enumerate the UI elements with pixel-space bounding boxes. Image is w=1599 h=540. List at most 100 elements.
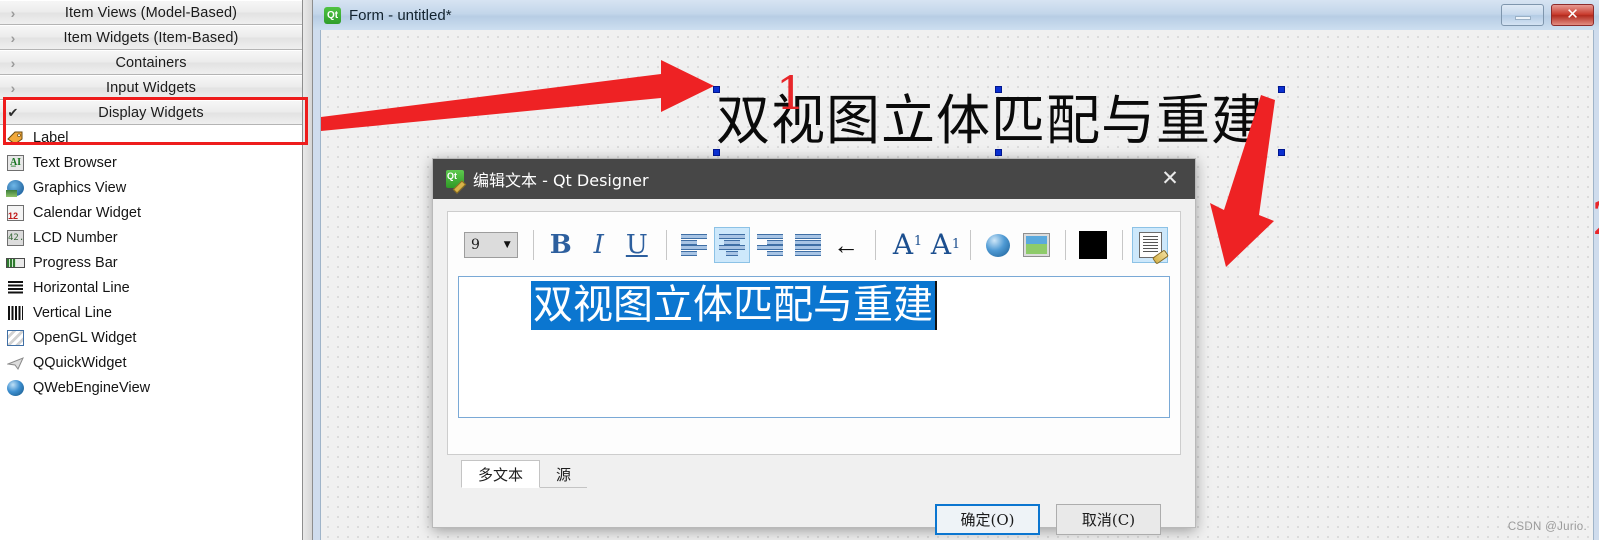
close-button[interactable]: ✕ <box>1551 4 1594 26</box>
widget-item-opengl-widget[interactable]: OpenGL Widget <box>0 325 302 350</box>
font-size-value: 9 <box>471 237 480 253</box>
simplify-richtext-button[interactable] <box>1132 227 1169 263</box>
category-label: Item Widgets (Item-Based) <box>63 29 239 46</box>
text-browser-icon: A̲I <box>6 154 26 172</box>
widget-item-label-text: Horizontal Line <box>33 279 130 296</box>
widget-category-containers[interactable]: › Containers <box>0 50 302 75</box>
subscript-button[interactable]: A1 <box>923 227 960 263</box>
tab-source[interactable]: 源 <box>540 462 588 488</box>
vertical-line-icon <box>6 304 26 322</box>
panel-splitter[interactable] <box>303 0 313 540</box>
opengl-icon <box>6 329 26 347</box>
resize-handle-bottom-right[interactable] <box>1278 149 1285 156</box>
category-label: Input Widgets <box>106 79 196 96</box>
tab-label: 多文本 <box>478 465 524 484</box>
rich-text-toolbar: 9 ▼ B I U ← A 1 A 1 <box>458 220 1170 270</box>
chevron-right-icon: › <box>10 79 16 96</box>
graphics-view-icon <box>6 179 26 197</box>
resize-handle-top-right[interactable] <box>1278 86 1285 93</box>
font-size-select[interactable]: 9 ▼ <box>464 232 518 258</box>
annotation-2: 2 <box>1592 195 1599 241</box>
toolbar-separator <box>1122 230 1124 260</box>
align-center-button[interactable] <box>713 227 750 263</box>
toolbar-separator <box>875 230 876 260</box>
align-justify-button[interactable] <box>790 227 826 263</box>
italic-button[interactable]: I <box>581 227 617 263</box>
widget-item-label-text: QQuickWidget <box>33 354 127 371</box>
bold-button[interactable]: B <box>543 227 579 263</box>
resize-handle-bottom-left[interactable] <box>713 149 720 156</box>
widget-item-progress-bar[interactable]: Progress Bar <box>0 250 302 275</box>
align-left-button[interactable] <box>676 227 712 263</box>
chevron-down-icon: ▼ <box>503 240 511 250</box>
text-color-button[interactable] <box>1075 227 1111 263</box>
progress-bar-icon <box>6 254 26 272</box>
widget-item-label-text: LCD Number <box>33 229 118 246</box>
resize-handle-top-center[interactable] <box>995 86 1002 93</box>
toolbar-separator <box>970 230 971 260</box>
widget-category-item-views[interactable]: › Item Views (Model-Based) <box>0 0 302 25</box>
widget-item-text-browser[interactable]: A̲I Text Browser <box>0 150 302 175</box>
widget-item-label-text: Progress Bar <box>33 254 118 271</box>
insert-image-button[interactable] <box>1018 227 1054 263</box>
cancel-button[interactable]: 取消(C) <box>1056 504 1161 535</box>
rich-text-editor[interactable]: 双视图立体匹配与重建 <box>458 276 1170 418</box>
widget-item-label[interactable]: Label <box>0 125 302 150</box>
align-right-icon <box>756 234 783 256</box>
chevron-right-icon: › <box>10 54 16 71</box>
widget-item-label-text: QWebEngineView <box>33 379 151 396</box>
subscript-icon: A1 <box>931 231 960 259</box>
tab-rich-text[interactable]: 多文本 <box>461 460 541 488</box>
widget-item-lcd-number[interactable]: 42. LCD Number <box>0 225 302 250</box>
dialog-close-icon[interactable]: ✕ <box>1159 168 1181 190</box>
minimize-button[interactable] <box>1501 4 1544 26</box>
dialog-titlebar: 编辑文本 - Qt Designer ✕ <box>433 159 1195 199</box>
edit-text-dialog: 编辑文本 - Qt Designer ✕ 9 ▼ B I <box>432 158 1196 535</box>
superscript-button[interactable]: A1 <box>885 227 922 263</box>
tab-label: 源 <box>556 466 572 484</box>
superscript-mark: 1 <box>913 234 923 249</box>
widget-item-label-text: Vertical Line <box>33 304 112 321</box>
toolbar-separator <box>1065 230 1067 260</box>
widget-item-qquickwidget[interactable]: QQuickWidget <box>0 350 302 375</box>
selected-text: 双视图立体匹配与重建 <box>531 281 937 330</box>
widget-item-vertical-line[interactable]: Vertical Line <box>0 300 302 325</box>
dialog-button-bar: 确定(O) 取消(C) <box>447 488 1181 535</box>
category-label: Containers <box>115 54 187 71</box>
widget-item-horizontal-line[interactable]: Horizontal Line <box>0 275 302 300</box>
label-tag-icon <box>6 129 26 147</box>
insert-link-button[interactable] <box>980 227 1016 263</box>
lcd-number-icon: 42. <box>6 229 26 247</box>
text-direction-button[interactable]: ← <box>828 227 864 263</box>
ok-button[interactable]: 确定(O) <box>935 504 1040 535</box>
watermark-text: CSDN @Jurio. <box>1507 521 1587 533</box>
category-label: Display Widgets <box>98 104 204 121</box>
resize-handle-top-left[interactable] <box>713 86 720 93</box>
widget-item-label-text: OpenGL Widget <box>33 329 137 346</box>
widget-box-panel: › Item Views (Model-Based) › Item Widget… <box>0 0 308 540</box>
globe-icon <box>6 379 26 397</box>
widget-item-calendar-widget[interactable]: 12 Calendar Widget <box>0 200 302 225</box>
widget-item-qwebengineview[interactable]: QWebEngineView <box>0 375 302 400</box>
widget-category-display-widgets[interactable]: ✔ Display Widgets <box>0 100 302 125</box>
dialog-title: 编辑文本 - Qt Designer <box>473 171 649 190</box>
resize-handle-bottom-center[interactable] <box>995 149 1002 156</box>
rich-text-edit-panel: 9 ▼ B I U ← A 1 A 1 双视图立体匹配与重建 <box>447 211 1181 455</box>
subscript-mark: 1 <box>951 237 961 252</box>
chevron-right-icon: › <box>10 29 16 46</box>
underline-button[interactable]: U <box>619 227 655 263</box>
designer-form-window: Qt Form - untitled* ✕ 双视图立体匹配与重建 1 2 编辑文… <box>313 0 1599 540</box>
simplify-richtext-icon <box>1138 232 1162 258</box>
widget-category-input-widgets[interactable]: › Input Widgets <box>0 75 302 100</box>
dialog-tabs: 多文本 源 <box>447 458 1181 488</box>
toolbar-separator <box>665 230 667 260</box>
align-right-button[interactable] <box>752 227 788 263</box>
widget-item-label-text: Calendar Widget <box>33 204 141 221</box>
qquick-icon <box>6 354 26 372</box>
superscript-icon: A1 <box>893 231 922 259</box>
widget-category-item-widgets[interactable]: › Item Widgets (Item-Based) <box>0 25 302 50</box>
check-icon: ✔ <box>7 104 19 120</box>
align-left-icon <box>680 234 707 256</box>
widget-item-graphics-view[interactable]: Graphics View <box>0 175 302 200</box>
underline-icon: U <box>625 230 648 260</box>
